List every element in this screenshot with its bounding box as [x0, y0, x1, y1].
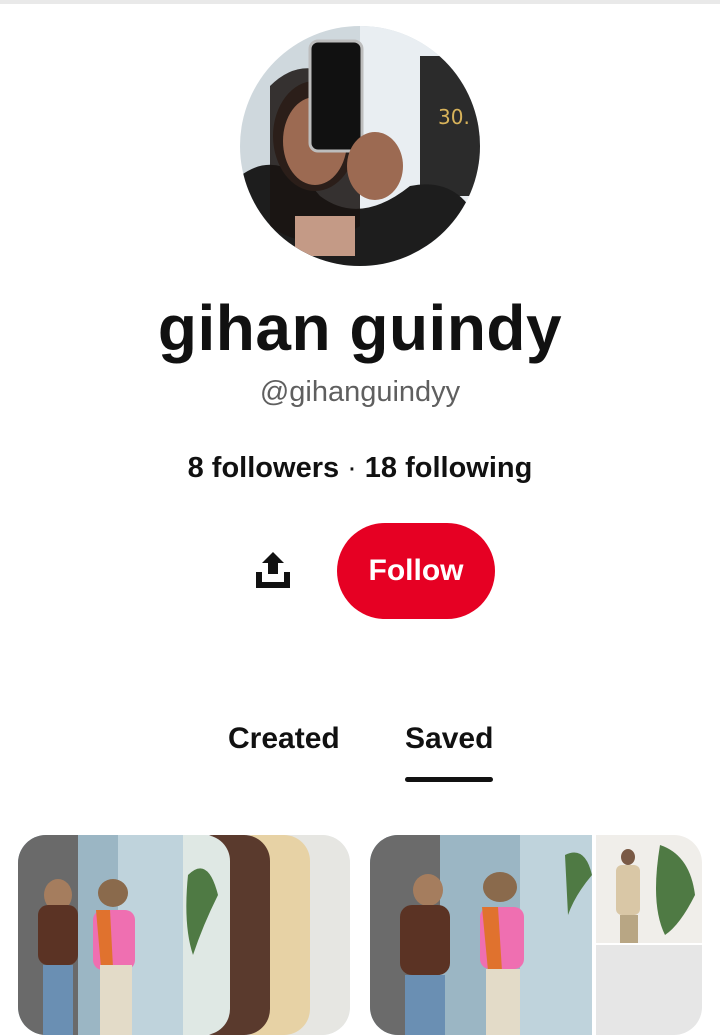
profile-avatar[interactable]: 30. — [240, 26, 480, 266]
followers-count[interactable]: 8 followers — [188, 452, 340, 484]
share-button[interactable] — [250, 547, 296, 593]
tab-created[interactable]: Created — [228, 722, 340, 756]
tab-saved[interactable]: Saved — [405, 722, 493, 756]
following-count[interactable]: 18 following — [365, 452, 533, 484]
board-card[interactable] — [18, 835, 350, 1035]
board-cover-image — [370, 835, 702, 1035]
profile-handle: @gihanguindyy — [259, 376, 461, 408]
board-card[interactable] — [370, 835, 702, 1035]
avatar-image: 30. — [240, 26, 480, 266]
share-icon — [256, 552, 290, 588]
board-cover-image — [18, 835, 350, 1035]
top-divider — [0, 0, 720, 4]
follow-stats: 8 followers · 18 following — [0, 452, 720, 485]
follow-button[interactable]: Follow — [337, 523, 495, 619]
stats-separator: · — [347, 452, 357, 484]
profile-name: gihan guindy — [157, 292, 563, 364]
svg-text:30.: 30. — [438, 105, 470, 129]
active-tab-indicator — [405, 777, 493, 782]
